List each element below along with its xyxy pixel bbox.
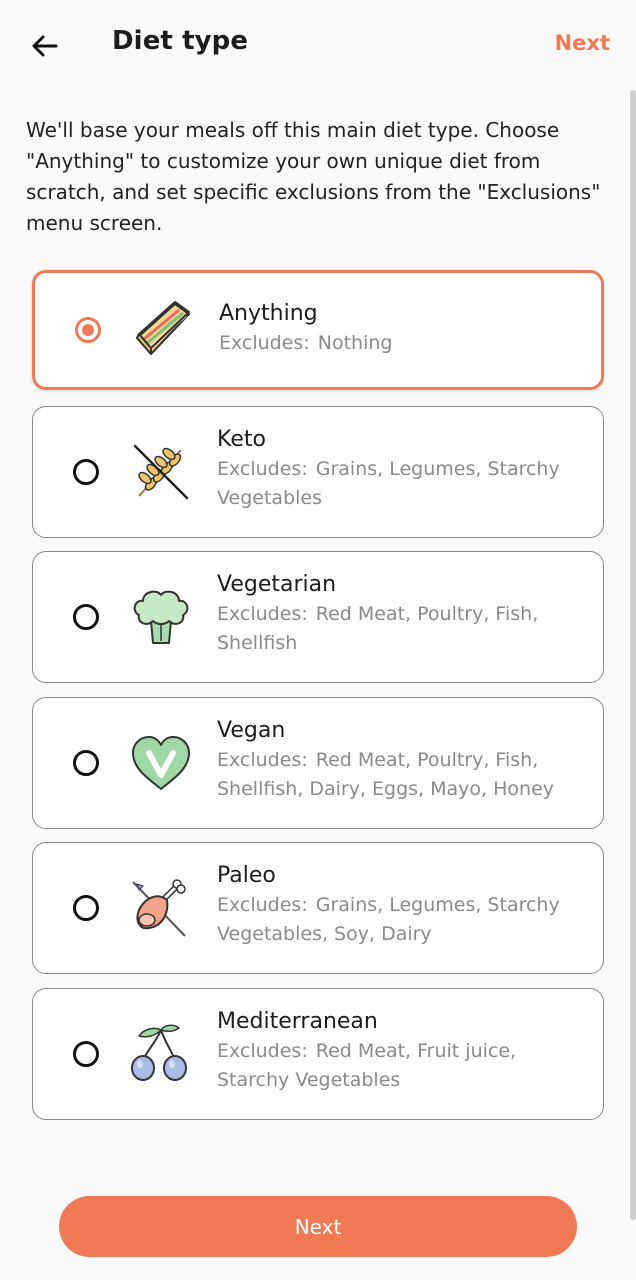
radio-button[interactable]	[73, 750, 99, 776]
app-header: Diet type Next	[0, 0, 636, 90]
option-excludes: Excludes: Red Meat, Poultry, Fish, Shellf…	[217, 746, 583, 804]
broccoli-icon	[133, 590, 189, 644]
option-name: Vegetarian	[217, 572, 337, 597]
excludes-value: Nothing	[317, 332, 393, 354]
olives-icon	[131, 1024, 187, 1081]
diet-type-screen: Diet type Next We'll base your meals off…	[0, 0, 636, 1280]
excludes-label: Excludes:	[217, 894, 308, 916]
option-name: Anything	[219, 301, 318, 326]
diet-option-anything[interactable]: Anything Excludes: Nothing	[32, 270, 604, 390]
next-button[interactable]: Next	[59, 1196, 577, 1257]
back-button[interactable]	[24, 26, 64, 66]
option-excludes: Excludes: Red Meat, Fruit juice, Starchy …	[217, 1037, 583, 1095]
excludes-label: Excludes:	[217, 749, 308, 771]
radio-button[interactable]	[73, 459, 99, 485]
diet-option-vegan[interactable]: Vegan Excludes: Red Meat, Poultry, Fish, …	[32, 697, 604, 829]
diet-option-mediterranean[interactable]: Mediterranean Excludes: Red Meat, Fruit j…	[32, 988, 604, 1120]
option-excludes: Excludes: Nothing	[219, 329, 581, 358]
option-excludes: Excludes: Grains, Legumes, Starchy Vegeta…	[217, 891, 583, 949]
option-name: Paleo	[217, 863, 276, 888]
next-button-label: Next	[294, 1214, 342, 1239]
radio-button[interactable]	[73, 604, 99, 630]
option-excludes: Excludes: Red Meat, Poultry, Fish, Shellf…	[217, 600, 583, 658]
radio-button[interactable]	[73, 1041, 99, 1067]
excludes-label: Excludes:	[217, 1040, 308, 1062]
back-arrow-icon	[32, 35, 58, 57]
excludes-label: Excludes:	[217, 603, 308, 625]
crossed-grain-icon	[133, 444, 189, 500]
diet-option-vegetarian[interactable]: Vegetarian Excludes: Red Meat, Poultry, F…	[32, 551, 604, 683]
option-name: Mediterranean	[217, 1009, 378, 1034]
next-link[interactable]: Next	[555, 31, 610, 55]
vegan-heart-icon	[132, 736, 190, 790]
radio-button[interactable]	[73, 895, 99, 921]
meat-leg-icon	[132, 879, 186, 937]
excludes-label: Excludes:	[217, 458, 308, 480]
option-name: Keto	[217, 427, 266, 452]
sandwich-icon	[136, 301, 190, 355]
excludes-label: Excludes:	[219, 332, 310, 354]
description-text: We'll base your meals off this main diet…	[26, 118, 601, 235]
radio-button[interactable]	[75, 317, 101, 343]
option-name: Vegan	[217, 718, 286, 743]
page-title: Diet type	[112, 26, 249, 56]
scrollbar[interactable]	[630, 90, 636, 1220]
diet-option-paleo[interactable]: Paleo Excludes: Grains, Legumes, Starchy …	[32, 842, 604, 974]
option-excludes: Excludes: Grains, Legumes, Starchy Vegeta…	[217, 455, 583, 513]
diet-option-keto[interactable]: Keto Excludes: Grains, Legumes, Starchy V…	[32, 406, 604, 538]
